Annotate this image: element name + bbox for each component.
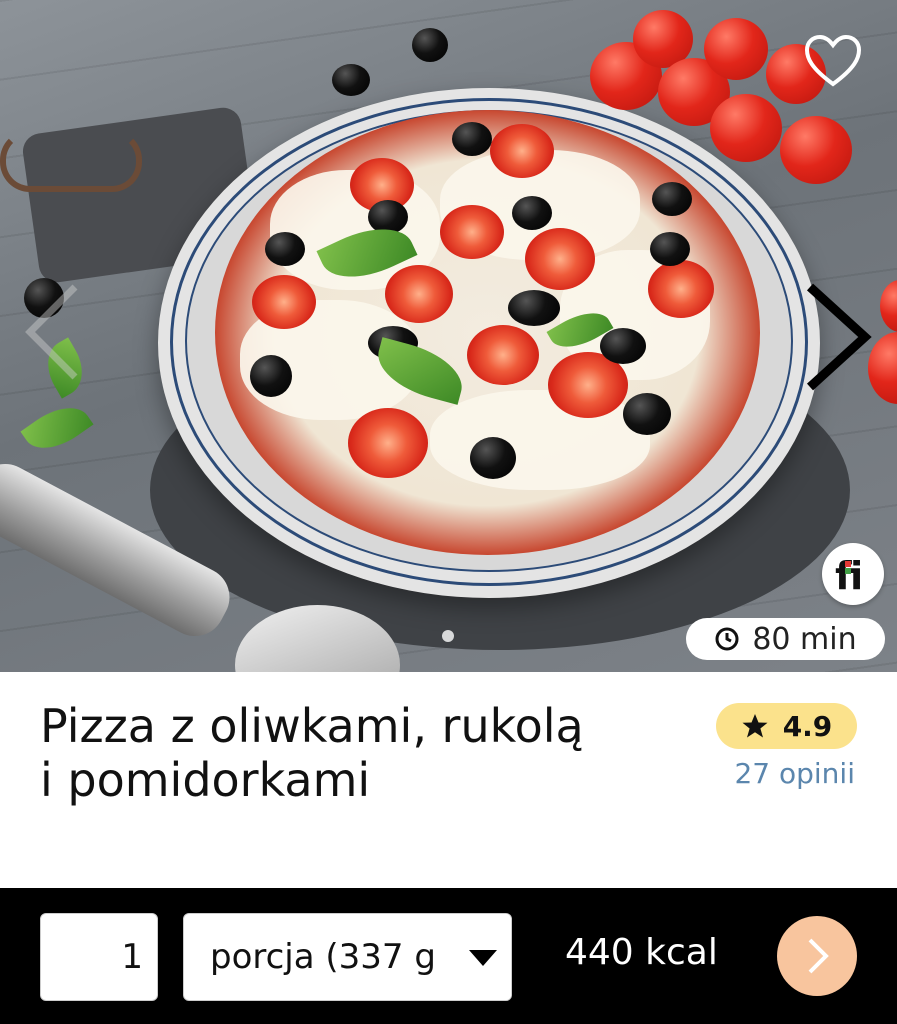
tomato-slice (467, 325, 539, 385)
olive (265, 232, 305, 266)
confirm-portion-button[interactable] (777, 916, 857, 996)
olive (650, 232, 690, 266)
clock-icon (715, 627, 739, 651)
olive (512, 196, 552, 230)
tomato-slice (525, 228, 595, 290)
olive (250, 355, 292, 397)
tomato-slice (490, 124, 554, 178)
recipe-title-line1: Pizza z oliwkami, rukolą (40, 699, 584, 753)
leather-strap (0, 130, 142, 192)
star-icon (742, 714, 768, 738)
cooking-time-badge: 80 min (686, 618, 885, 660)
chevron-right-icon (808, 938, 829, 974)
cooking-time-text: 80 min (752, 621, 857, 657)
olive (452, 122, 492, 156)
tomato-slice (348, 408, 428, 478)
cherry-tomato (704, 18, 768, 80)
dropdown-arrow-icon (469, 950, 497, 966)
svg-text:fi: fi (835, 554, 863, 597)
chevron-right-icon (806, 283, 872, 391)
olive (332, 64, 370, 96)
recipe-title-line2: i pomidorkami (40, 752, 371, 807)
carousel-indicator (442, 630, 454, 642)
olive (652, 182, 692, 216)
quantity-input[interactable]: 1 (40, 913, 158, 1001)
recipe-hero-image (0, 0, 897, 672)
heart-outline-icon (804, 34, 862, 87)
basil-leaf (20, 394, 94, 462)
olive (508, 290, 560, 326)
cherry-tomato (710, 94, 782, 162)
fi-logo-icon: fi (835, 554, 863, 597)
tomato-slice (252, 275, 316, 329)
calories-text: 440 kcal (565, 932, 718, 973)
olive (470, 437, 516, 479)
portion-select[interactable]: porcja (337 g (183, 913, 512, 1001)
cherry-tomato (780, 116, 852, 184)
tomato-slice (385, 265, 453, 323)
recipe-title: Pizza z oliwkami, rukolą i pomidorkami (40, 699, 680, 808)
brand-logo: fi (822, 543, 884, 605)
next-image-button[interactable] (800, 282, 880, 392)
rating-badge: 4.9 (716, 703, 857, 749)
olive (600, 328, 646, 364)
olive (623, 393, 671, 435)
tomato-slice (648, 260, 714, 318)
tomato-slice (440, 205, 504, 259)
previous-image-button[interactable] (20, 282, 80, 382)
portion-select-value: porcja (337 g (210, 937, 436, 977)
favorite-button[interactable] (803, 34, 863, 90)
cherry-tomato (880, 280, 897, 332)
reviews-link[interactable]: 27 opinii (690, 757, 855, 790)
olive (412, 28, 448, 62)
chevron-left-icon (25, 284, 78, 380)
rating-value: 4.9 (782, 709, 833, 743)
